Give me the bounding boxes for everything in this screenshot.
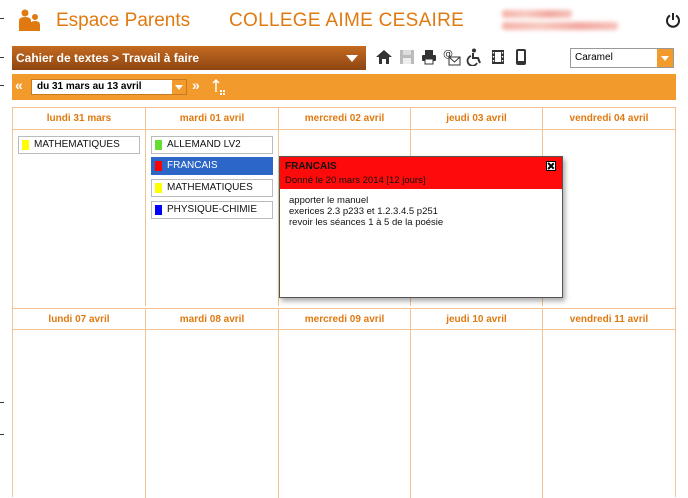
homework-label: FRANCAIS — [167, 160, 218, 171]
edge-tick — [0, 402, 4, 403]
homework-label: MATHEMATIQUES — [34, 139, 120, 150]
day-header: mercredi 02 avril — [279, 108, 410, 130]
film-icon[interactable] — [489, 48, 507, 66]
edge-tick — [0, 57, 4, 58]
homework-label: PHYSIQUE-CHIMIE — [167, 204, 258, 215]
accessibility-icon[interactable] — [466, 48, 484, 66]
toolbar: Cahier de textes > Travail à faire @ Car… — [12, 46, 676, 70]
subject-color-swatch — [22, 140, 29, 150]
day-header: jeudi 03 avril — [411, 108, 542, 130]
day-column: vendredi 11 avril — [543, 308, 675, 498]
day-header: lundi 07 avril — [13, 308, 145, 330]
app-title: Espace Parents — [56, 10, 191, 31]
day-column: mardi 08 avril — [146, 308, 279, 498]
homework-label: MATHEMATIQUES — [167, 182, 253, 193]
popup-line: revoir les séances 1 à 5 de la poésie — [289, 217, 444, 228]
popup-given-date: Donné le 20 mars 2014 [12 jours] — [285, 175, 426, 186]
sort-icon[interactable] — [212, 78, 226, 96]
day-header: vendredi 11 avril — [543, 308, 675, 330]
popup-subject: FRANCAIS — [285, 161, 337, 172]
homework-item[interactable]: MATHEMATIQUES — [151, 179, 273, 197]
theme-select[interactable]: Caramel — [570, 48, 674, 68]
chevron-down-icon[interactable] — [657, 49, 673, 67]
edge-tick — [0, 18, 4, 19]
day-column: lundi 31 mars MATHEMATIQUES — [13, 108, 146, 306]
chevron-down-icon[interactable] — [172, 80, 186, 94]
home-icon[interactable] — [375, 48, 393, 66]
day-header: mardi 01 avril — [146, 108, 278, 130]
save-icon[interactable] — [398, 48, 416, 66]
chevron-down-icon — [346, 55, 358, 62]
mobile-icon[interactable] — [512, 48, 530, 66]
section-menu-dropdown[interactable]: Cahier de textes > Travail à faire — [12, 46, 366, 70]
day-header: vendredi 04 avril — [543, 108, 675, 130]
day-column: mardi 01 avril ALLEMAND LV2 FRANCAIS MAT… — [146, 108, 279, 306]
email-icon[interactable]: @ — [443, 48, 461, 66]
day-column: jeudi 10 avril — [411, 308, 543, 498]
day-header: mercredi 09 avril — [279, 308, 410, 330]
homework-detail-popup: FRANCAIS Donné le 20 mars 2014 [12 jours… — [279, 156, 563, 298]
day-header: jeudi 10 avril — [411, 308, 542, 330]
homework-label: ALLEMAND LV2 — [167, 139, 241, 150]
day-header: mardi 08 avril — [146, 308, 278, 330]
week-row: lundi 07 avril mardi 08 avril mercredi 0… — [13, 308, 675, 498]
day-column: lundi 07 avril — [13, 308, 146, 498]
day-column: mercredi 09 avril — [279, 308, 411, 498]
parents-icon — [19, 9, 40, 31]
popup-body: apporter le manuel exerices 2.3 p233 et … — [280, 189, 562, 228]
top-header: Espace Parents COLLEGE AIME CESAIRE — [12, 0, 688, 38]
edge-tick — [0, 434, 4, 435]
next-period-button[interactable]: » — [192, 77, 200, 93]
homework-item[interactable]: ALLEMAND LV2 — [151, 136, 273, 154]
print-icon[interactable] — [420, 48, 438, 66]
popup-header: FRANCAIS Donné le 20 mars 2014 [12 jours… — [280, 157, 562, 189]
user-info-redacted — [502, 10, 622, 34]
school-name: COLLEGE AIME CESAIRE — [229, 10, 465, 31]
power-icon[interactable] — [665, 12, 681, 28]
period-select[interactable]: du 31 mars au 13 avril — [31, 79, 187, 95]
popup-line: apporter le manuel — [289, 195, 369, 206]
edge-tick — [0, 85, 4, 86]
subject-color-swatch — [155, 183, 162, 193]
subject-color-swatch — [155, 205, 162, 215]
popup-line: exerices 2.3 p233 et 1.2.3.4.5 p251 — [289, 206, 438, 217]
section-menu-label: Cahier de textes > Travail à faire — [16, 51, 200, 65]
homework-item-selected[interactable]: FRANCAIS — [151, 157, 273, 175]
subject-color-swatch — [155, 161, 162, 171]
theme-select-value: Caramel — [575, 52, 613, 63]
period-select-value: du 31 mars au 13 avril — [37, 81, 142, 92]
subject-color-swatch — [155, 140, 162, 150]
homework-item[interactable]: PHYSIQUE-CHIMIE — [151, 201, 273, 219]
period-bar: « du 31 mars au 13 avril » — [12, 74, 676, 100]
homework-item[interactable]: MATHEMATIQUES — [18, 136, 140, 154]
day-header: lundi 31 mars — [13, 108, 145, 130]
previous-period-button[interactable]: « — [15, 77, 23, 93]
close-icon[interactable] — [546, 161, 556, 171]
